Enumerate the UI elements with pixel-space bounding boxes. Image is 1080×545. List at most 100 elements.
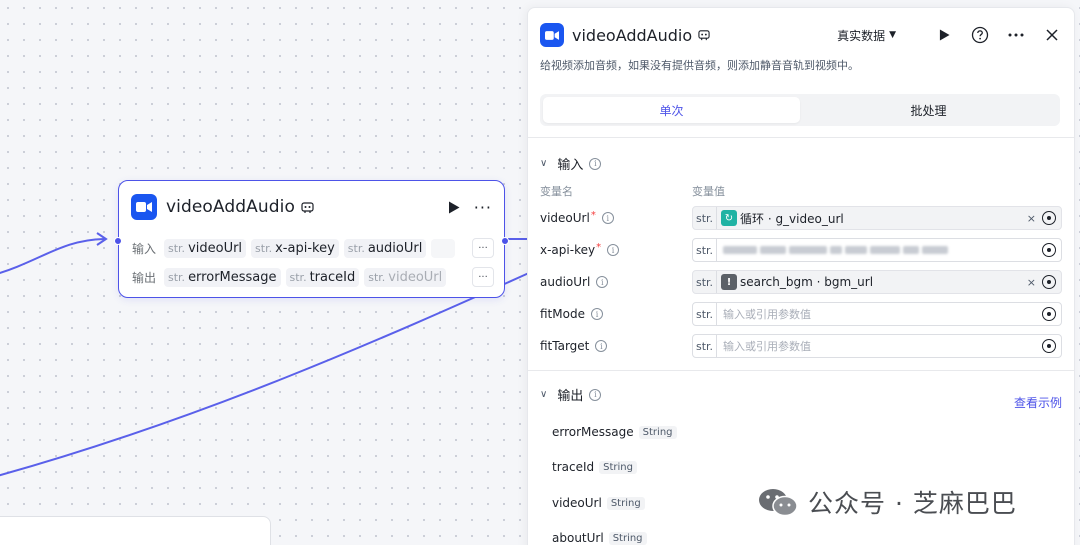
param-name: audioUrl i	[540, 275, 692, 289]
partial-node-card[interactable]	[0, 516, 271, 545]
info-icon[interactable]: i	[589, 157, 602, 170]
chevron-down-icon: ∨	[540, 389, 548, 400]
info-icon[interactable]: i	[589, 388, 602, 401]
output-item: videoUrl String	[552, 496, 645, 510]
clear-button[interactable]: ×	[1027, 276, 1036, 289]
data-mode-select[interactable]: 真实数据 ▼	[837, 27, 896, 44]
video-camera-icon	[131, 194, 157, 220]
param-row-audiourl: audioUrl i str. ! search_bgm · bgm_url ×	[540, 270, 1062, 294]
info-icon[interactable]: i	[595, 340, 608, 352]
param-value-field[interactable]: str. 输入或引用参数值	[692, 334, 1062, 358]
required-mark: *	[590, 209, 596, 221]
param-value-field[interactable]: str.	[692, 238, 1062, 262]
node-output-row: 输出 str. errorMessage str. traceId str. vide…	[132, 266, 494, 288]
input-label: 输入	[132, 241, 157, 256]
input-chip-overflow	[431, 238, 456, 258]
column-header-name: 变量名	[540, 185, 573, 198]
target-ref-icon[interactable]	[1042, 339, 1056, 353]
info-icon[interactable]: i	[590, 308, 603, 320]
param-value-field[interactable]: str. ↻ 循环 · g_video_url ×	[692, 206, 1062, 230]
param-value-field[interactable]: str. 输入或引用参数值	[692, 302, 1062, 326]
edge-long	[0, 267, 541, 477]
output-item: aboutUrl String	[552, 531, 647, 545]
expand-inputs-button[interactable]: ···	[472, 238, 494, 258]
edge-into-node	[0, 238, 105, 274]
plugin-badge-icon	[301, 201, 314, 214]
param-row-x-api-key: x-api-key * i str.	[540, 238, 1062, 262]
param-name: videoUrl * i	[540, 209, 692, 225]
info-icon[interactable]: i	[596, 276, 609, 288]
tab-batch[interactable]: 批处理	[800, 97, 1057, 123]
view-example-link[interactable]: 查看示例	[1014, 394, 1062, 411]
type-tag: String	[608, 531, 647, 545]
clear-button[interactable]: ×	[1027, 212, 1036, 225]
info-icon[interactable]: i	[607, 244, 620, 256]
caret-down-icon: ▼	[889, 30, 896, 40]
type-tag: String	[638, 425, 677, 439]
workflow-node-videoaddaudio[interactable]: videoAddAudio ··· 输入 str. videoUrl str. x-…	[114, 180, 509, 298]
target-ref-icon[interactable]	[1042, 211, 1056, 225]
required-mark: *	[596, 241, 602, 253]
watermark: 公众号 · 芝麻巴巴	[756, 484, 1017, 520]
type-label: str.	[693, 271, 717, 293]
input-port[interactable]	[114, 237, 122, 245]
output-chip: str. videoUrl	[364, 267, 447, 287]
close-icon[interactable]	[1042, 25, 1062, 45]
param-name: fitTarget i	[540, 339, 692, 353]
variable-ref-chip: ↻ 循环 · g_video_url	[721, 210, 844, 227]
help-icon[interactable]	[970, 25, 990, 45]
tab-single[interactable]: 单次	[543, 97, 800, 123]
output-label: 输出	[132, 270, 157, 285]
output-item: errorMessage String	[552, 425, 677, 439]
input-chip: str. x-api-key	[251, 238, 339, 258]
watermark-text: 公众号 · 芝麻巴巴	[808, 489, 1017, 518]
param-name: fitMode i	[540, 307, 692, 321]
type-label: str.	[693, 303, 717, 325]
type-tag: String	[599, 460, 637, 474]
masked-value	[723, 246, 1042, 254]
type-label: str.	[693, 239, 717, 261]
output-section-title: 输出	[557, 389, 584, 404]
warning-icon: !	[721, 274, 737, 290]
input-chip: str. videoUrl	[164, 238, 247, 258]
output-chip: str. traceId	[285, 267, 360, 287]
param-placeholder: 输入或引用参数值	[723, 340, 811, 353]
output-chip: str. errorMessage	[164, 267, 281, 287]
variable-ref-chip: ! search_bgm · bgm_url	[721, 274, 873, 290]
target-ref-icon[interactable]	[1042, 307, 1056, 321]
play-icon[interactable]	[934, 25, 954, 45]
more-options-button[interactable]: ···	[474, 198, 492, 217]
param-row-videourl: videoUrl * i str. ↻ 循环 · g_video_url ×	[540, 206, 1062, 230]
output-port[interactable]	[501, 237, 509, 245]
param-row-fitmode: fitMode i str. 输入或引用参数值	[540, 302, 1062, 326]
plugin-badge-icon	[698, 29, 710, 41]
video-camera-icon	[540, 23, 564, 47]
target-ref-icon[interactable]	[1042, 243, 1056, 257]
info-icon[interactable]: i	[601, 212, 614, 224]
node-title: videoAddAudio	[166, 197, 295, 217]
param-row-fittarget: fitTarget i str. 输入或引用参数值	[540, 334, 1062, 358]
param-name: x-api-key * i	[540, 241, 692, 257]
expand-outputs-button[interactable]: ···	[472, 267, 494, 287]
input-section-header[interactable]: ∨ 输入 i	[540, 154, 602, 173]
type-tag: String	[606, 496, 645, 510]
param-value-field[interactable]: str. ! search_bgm · bgm_url ×	[692, 270, 1062, 294]
target-ref-icon[interactable]	[1042, 275, 1056, 289]
type-label: str.	[693, 207, 717, 229]
node-header: videoAddAudio ···	[131, 193, 492, 221]
type-label: str.	[693, 335, 717, 357]
node-config-panel: videoAddAudio 真实数据 ▼ 给视频添加音频，如果没有提供音频，则添…	[527, 7, 1075, 545]
data-mode-value: 真实数据	[837, 28, 886, 43]
section-divider	[528, 137, 1074, 138]
output-section-header[interactable]: ∨ 输出 i	[540, 385, 602, 404]
play-icon[interactable]	[448, 201, 460, 214]
param-placeholder: 输入或引用参数值	[723, 308, 811, 321]
input-chip: str. audioUrl	[343, 238, 427, 258]
column-header-value: 变量值	[692, 185, 725, 198]
chevron-down-icon: ∨	[540, 158, 548, 169]
input-section-title: 输入	[557, 158, 584, 173]
wechat-logo-icon	[759, 489, 798, 517]
panel-header: videoAddAudio 真实数据 ▼	[540, 22, 1062, 48]
section-divider	[528, 370, 1074, 371]
more-options-icon[interactable]	[1006, 25, 1026, 45]
